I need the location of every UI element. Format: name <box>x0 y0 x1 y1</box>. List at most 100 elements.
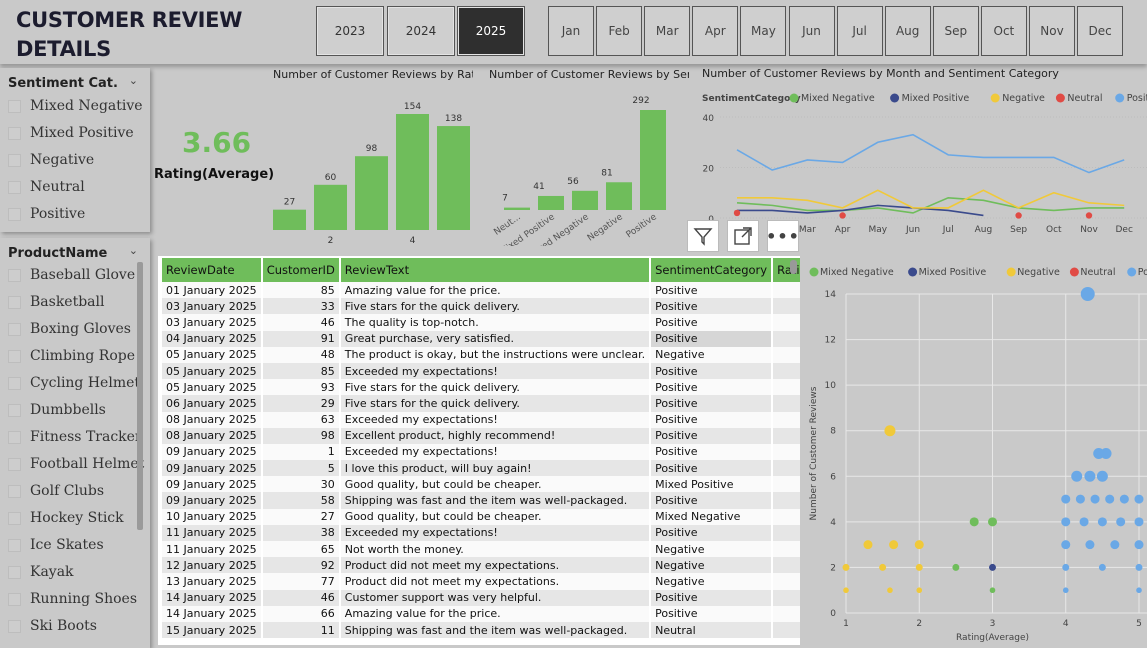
month-button-aug[interactable]: Aug <box>884 6 931 56</box>
y-tick-label: 0 <box>830 609 836 619</box>
checkbox[interactable] <box>8 99 21 113</box>
table-header-row: ReviewDate CustomerID ReviewText SentimentC… <box>162 258 800 282</box>
table-row[interactable]: 09 January 2025 30 Good quality, but could… <box>162 476 800 493</box>
table-cell: 2 <box>772 557 800 574</box>
table-row[interactable]: 09 January 2025 1 Exceeded my expectations… <box>162 443 800 461</box>
table-scrollbar[interactable] <box>790 260 797 274</box>
slicer-item[interactable]: Positive <box>8 206 85 222</box>
slicer-item[interactable]: Neutral <box>8 179 85 195</box>
month-button-feb[interactable]: Feb <box>596 6 643 56</box>
year-button-2024[interactable]: 2024 <box>387 6 455 56</box>
slicer-item[interactable]: Hockey Stick <box>8 510 124 526</box>
table-row[interactable]: 09 January 2025 5 I love this product, wil… <box>162 460 800 477</box>
checkbox[interactable] <box>8 484 21 498</box>
data-point <box>879 563 887 571</box>
month-button-dec[interactable]: Dec <box>1077 6 1124 56</box>
month-button-oct[interactable]: Oct <box>980 6 1027 56</box>
slicer-item[interactable]: Baseball Glove <box>8 267 135 283</box>
column-header[interactable]: CustomerID <box>261 258 341 282</box>
checkbox[interactable] <box>8 180 21 194</box>
checkbox[interactable] <box>8 619 21 633</box>
table-row[interactable]: 11 January 2025 65 Not worth the money. Neg… <box>162 541 800 558</box>
column-header[interactable]: ReviewDate <box>162 258 263 282</box>
slicer-item[interactable]: Dumbbells <box>8 402 106 418</box>
slicer-item[interactable]: Mixed Negative <box>8 98 143 114</box>
table-cell: 08 January 2025 <box>162 427 263 444</box>
slicer-item[interactable]: Fitness Tracker <box>8 429 142 445</box>
table-row[interactable]: 09 January 2025 58 Shipping was fast and t… <box>162 492 800 509</box>
table-row[interactable]: 05 January 2025 48 The product is okay, bu… <box>162 346 800 363</box>
slicer-item[interactable]: Ski Boots <box>8 618 97 634</box>
checkbox[interactable] <box>8 349 21 363</box>
checkbox[interactable] <box>8 457 21 471</box>
slicer-item[interactable]: Mixed Positive <box>8 125 134 141</box>
month-button-apr[interactable]: Apr <box>692 6 739 56</box>
checkbox[interactable] <box>8 565 21 579</box>
checkbox[interactable] <box>8 376 21 390</box>
table-cell: Excellent product, highly recommend! <box>339 427 652 444</box>
checkbox[interactable] <box>8 403 21 417</box>
checkbox[interactable] <box>8 511 21 525</box>
table-row[interactable]: 05 January 2025 93 Five stars for the quic… <box>162 379 800 396</box>
column-header[interactable]: SentimentCategory <box>650 258 774 282</box>
checkbox[interactable] <box>8 295 21 309</box>
month-button-jan[interactable]: Jan <box>548 6 594 56</box>
table-row[interactable]: 01 January 2025 85 Amazing value for the p… <box>162 282 800 299</box>
table-row[interactable]: 10 January 2025 27 Good quality, but could… <box>162 508 800 525</box>
checkbox[interactable] <box>8 268 21 282</box>
more-options-icon[interactable]: ••• <box>766 220 799 252</box>
chevron-down-icon[interactable]: ⌄ <box>129 74 138 87</box>
month-button-mar[interactable]: Mar <box>644 6 691 56</box>
filter-icon[interactable] <box>687 220 719 252</box>
sentiment-bar-chart: 7Neut...41Mixed Positive56Mixed Negative… <box>492 96 666 246</box>
data-point <box>1061 494 1071 504</box>
table-row[interactable]: 13 January 2025 77 Product did not meet my… <box>162 573 800 590</box>
checkbox[interactable] <box>8 126 21 140</box>
table-row[interactable]: 14 January 2025 66 Amazing value for the p… <box>162 605 800 622</box>
product-slicer-scrollbar[interactable] <box>137 262 143 530</box>
table-row[interactable]: 11 January 2025 38 Exceeded my expectation… <box>162 524 800 541</box>
table-row[interactable]: 08 January 2025 98 Excellent product, high… <box>162 427 800 444</box>
table-row[interactable]: 08 January 2025 63 Exceeded my expectation… <box>162 411 800 428</box>
table-row[interactable]: 04 January 2025 91 Great purchase, very sa… <box>162 330 800 347</box>
table-row[interactable]: 12 January 2025 92 Product did not meet my… <box>162 557 800 574</box>
focus-mode-icon[interactable] <box>727 220 759 252</box>
year-button-2023[interactable]: 2023 <box>316 6 384 56</box>
month-button-may[interactable]: May <box>740 6 787 56</box>
table-row[interactable]: 15 January 2025 11 Shipping was fast and t… <box>162 621 800 639</box>
month-button-sep[interactable]: Sep <box>932 6 979 56</box>
month-button-jun[interactable]: Jun <box>788 6 835 56</box>
year-button-2025[interactable]: 2025 <box>457 6 525 56</box>
month-button-jul[interactable]: Jul <box>836 6 883 56</box>
slicer-item[interactable]: Basketball <box>8 294 104 310</box>
checkbox[interactable] <box>8 322 21 336</box>
slicer-item[interactable]: Cycling Helmet <box>8 375 140 391</box>
slicer-item[interactable]: Negative <box>8 152 94 168</box>
slicer-item[interactable]: Ice Skates <box>8 537 104 553</box>
table-cell: Positive <box>650 492 774 509</box>
table-row[interactable]: 05 January 2025 85 Exceeded my expectation… <box>162 362 800 380</box>
table-row[interactable]: 03 January 2025 46 The quality is top-notc… <box>162 314 800 331</box>
slicer-item[interactable]: Golf Clubs <box>8 483 104 499</box>
checkbox[interactable] <box>8 430 21 444</box>
checkbox[interactable] <box>8 153 21 167</box>
checkbox[interactable] <box>8 207 21 221</box>
series-line <box>736 133 1125 174</box>
checkbox[interactable] <box>8 538 21 552</box>
slicer-item[interactable]: Kayak <box>8 564 74 580</box>
slicer-item-label: Hockey Stick <box>30 510 124 526</box>
checkbox[interactable] <box>8 592 21 606</box>
slicer-item[interactable]: Football Helmet <box>8 456 144 472</box>
slicer-item[interactable]: Climbing Rope <box>8 348 135 364</box>
chevron-down-icon[interactable]: ⌄ <box>129 244 138 257</box>
table-row[interactable]: 14 January 2025 46 Customer support was ve… <box>162 589 800 606</box>
slicer-item[interactable]: Boxing Gloves <box>8 321 131 337</box>
data-point <box>989 563 996 571</box>
month-button-nov[interactable]: Nov <box>1029 6 1075 56</box>
table-cell: 5 <box>261 460 341 477</box>
table-row[interactable]: 03 January 2025 33 Five stars for the quic… <box>162 298 800 315</box>
table-row[interactable]: 06 January 2025 29 Five stars for the quic… <box>162 395 800 412</box>
column-header[interactable]: ReviewText <box>339 258 652 282</box>
slicer-item[interactable]: Running Shoes <box>8 591 137 607</box>
table-cell: 2 <box>772 541 800 558</box>
